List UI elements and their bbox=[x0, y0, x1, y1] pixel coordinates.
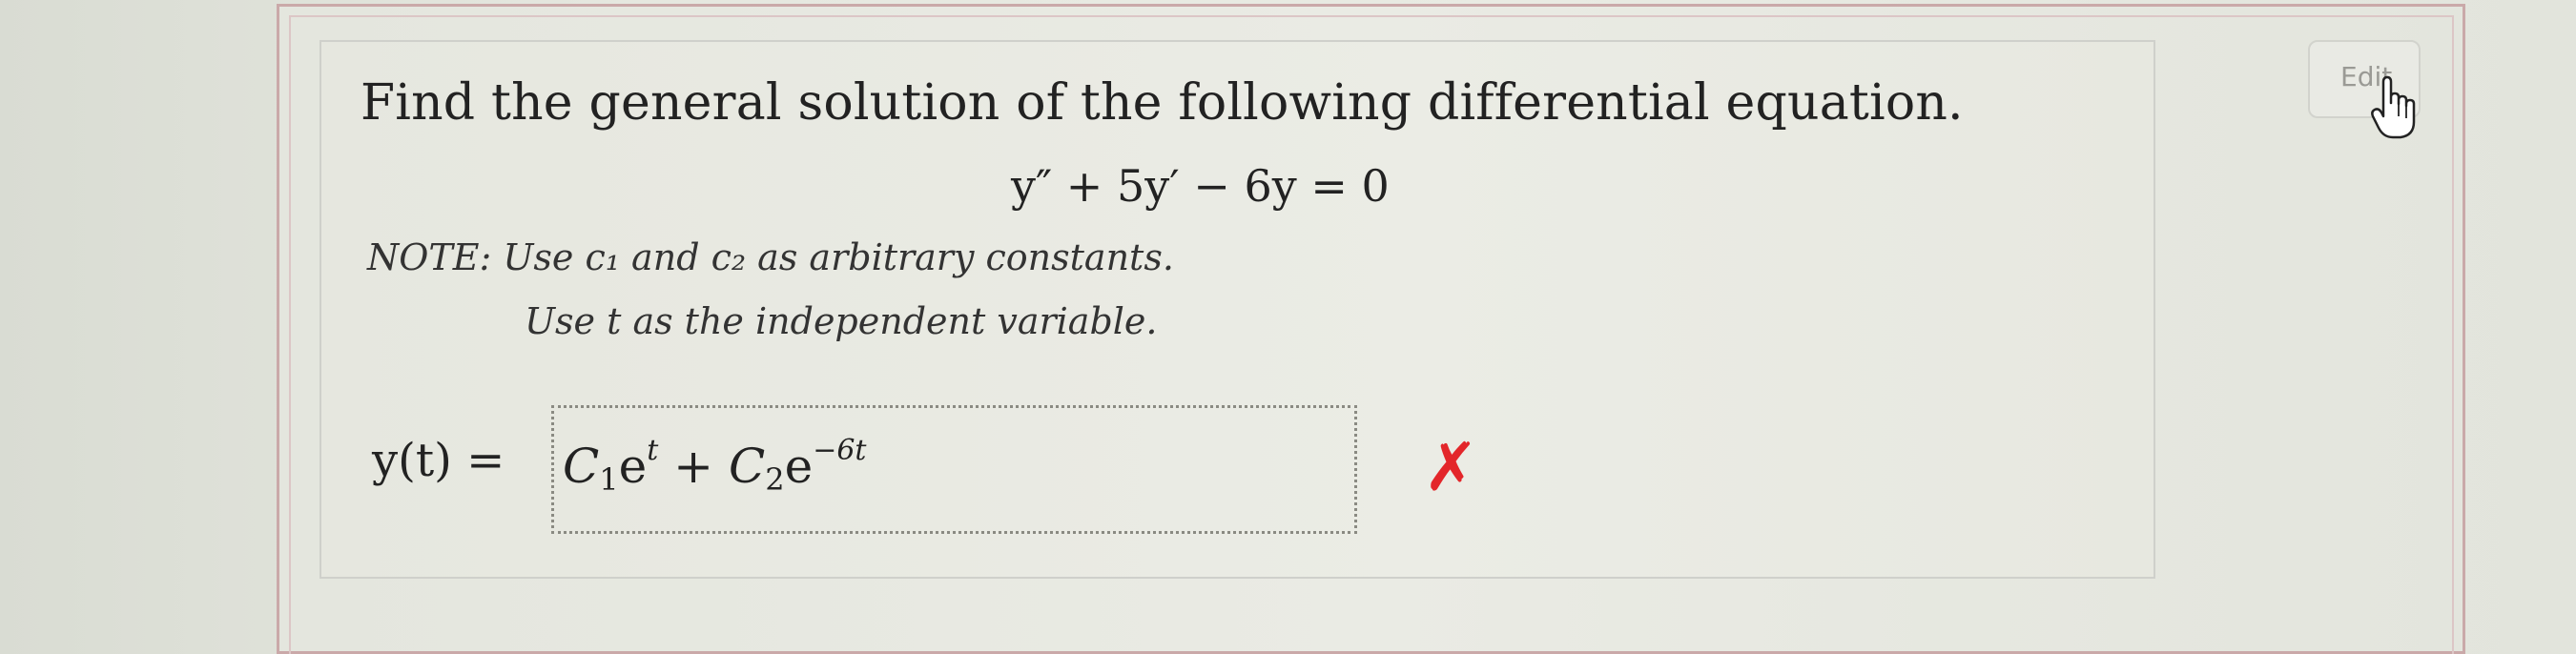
note-constants: NOTE: Use c₁ and c₂ as arbitrary constan… bbox=[367, 236, 1174, 278]
differential-equation: y″ + 5y′ − 6y = 0 bbox=[1011, 160, 1390, 212]
x-mark-icon: ✗ bbox=[1423, 428, 1479, 506]
exp1-exponent: t bbox=[647, 434, 659, 467]
exp1-base: e bbox=[618, 439, 648, 494]
note-variable: Use t as the independent variable. bbox=[525, 300, 1158, 342]
constant-c2: C bbox=[728, 439, 766, 494]
exp2-exponent: −6t bbox=[813, 434, 867, 467]
plus-sign: + bbox=[658, 439, 729, 494]
constant-c1: C bbox=[563, 439, 600, 494]
answer-label: y(t) = bbox=[372, 434, 505, 487]
exp2-base: e bbox=[784, 439, 814, 494]
constant-c2-subscript: 2 bbox=[765, 461, 785, 498]
hand-pointer-icon bbox=[2371, 75, 2416, 139]
constant-c1-subscript: 1 bbox=[599, 461, 619, 498]
answer-value[interactable]: C1et + C2e−6t bbox=[563, 434, 866, 498]
question-prompt: Find the general solution of the followi… bbox=[361, 74, 1964, 132]
